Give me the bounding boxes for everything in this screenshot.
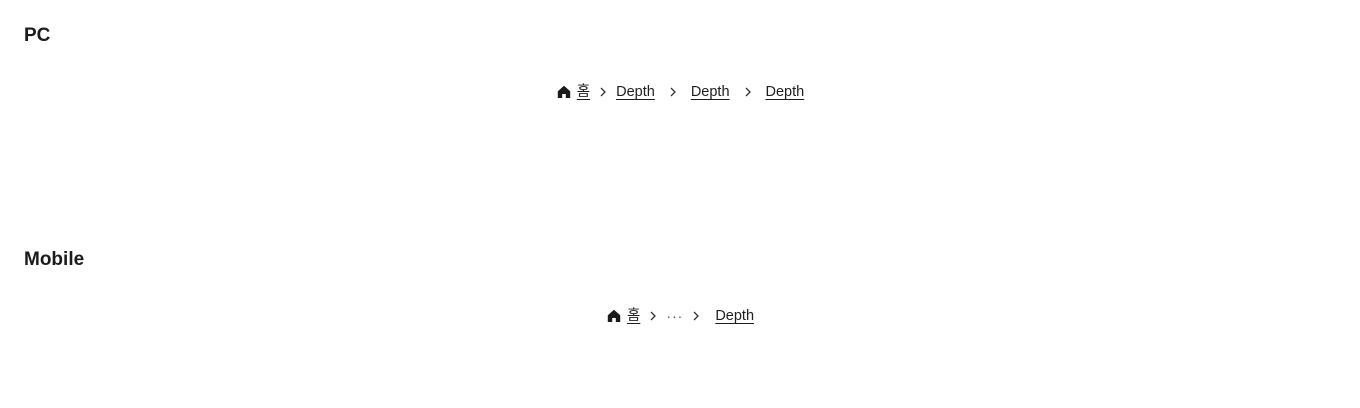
breadcrumb-mobile: 홈 ··· Depth (0, 306, 1360, 326)
breadcrumb-item-depth-3[interactable]: Depth (766, 82, 805, 102)
breadcrumb-item-depth-2[interactable]: Depth (691, 82, 730, 102)
breadcrumb-item-depth[interactable]: Depth (715, 306, 754, 326)
chevron-right-icon (689, 309, 703, 323)
breadcrumb-item-depth-1[interactable]: Depth (616, 82, 655, 102)
breadcrumb-home[interactable]: 홈 (556, 82, 590, 102)
breadcrumb-home-link[interactable]: 홈 (577, 82, 590, 102)
home-icon (606, 308, 622, 324)
breadcrumb-pc: 홈 Depth Depth Depth (0, 82, 1360, 102)
chevron-right-icon (596, 85, 610, 99)
breadcrumb-home-link[interactable]: 홈 (627, 306, 640, 326)
chevron-right-icon (741, 85, 755, 99)
home-icon (556, 84, 572, 100)
breadcrumb-home[interactable]: 홈 (606, 306, 640, 326)
section-title-pc: PC (24, 25, 51, 46)
section-title-mobile: Mobile (24, 249, 85, 270)
breadcrumb-ellipsis[interactable]: ··· (666, 306, 683, 326)
chevron-right-icon (666, 85, 680, 99)
chevron-right-icon (646, 309, 660, 323)
